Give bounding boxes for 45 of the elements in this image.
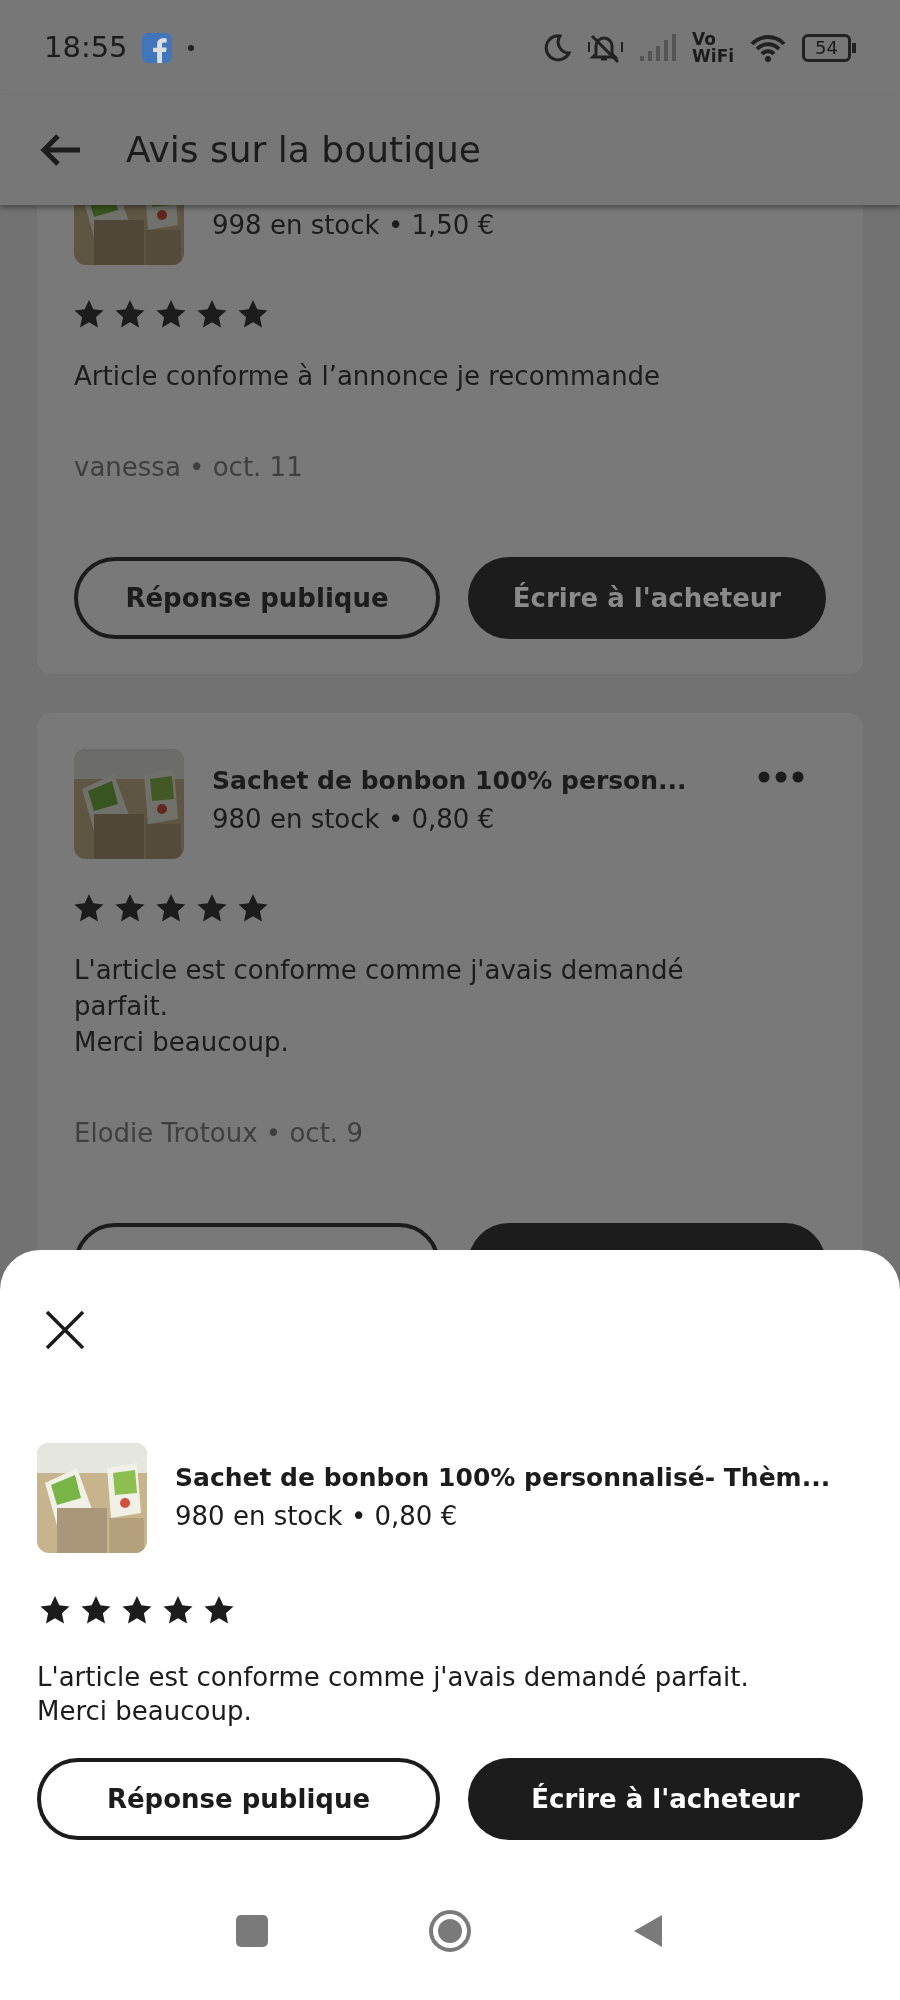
status-time: 18:55 <box>44 28 128 66</box>
public-reply-button[interactable]: Réponse publique <box>37 1758 440 1840</box>
star-icon <box>74 299 104 328</box>
review-comment: L'article est conforme comme j'avais demandé parfait. Merci beaucoup. <box>74 954 685 1059</box>
recent-apps-icon[interactable] <box>236 1915 268 1947</box>
wifi-icon <box>750 32 787 63</box>
star-icon <box>197 893 227 922</box>
home-icon[interactable] <box>428 1909 472 1953</box>
star-icon <box>115 893 145 922</box>
network-label: Vo <box>692 30 716 48</box>
star-icon <box>163 1595 193 1624</box>
battery-indicator: 54 <box>802 33 851 62</box>
star-icon <box>115 299 145 328</box>
more-options-icon[interactable] <box>758 771 804 783</box>
facebook-icon <box>141 32 172 63</box>
review-author-date: vanessa • oct. 11 <box>74 451 304 484</box>
star-icon <box>204 1595 234 1624</box>
star-icon <box>238 893 268 922</box>
signal-icon <box>640 34 677 61</box>
star-icon <box>197 299 227 328</box>
stock-price-text: 980 en stock • 0,80 € <box>175 1500 459 1533</box>
notification-dot-icon <box>187 44 194 51</box>
review-comment: L'article est conforme comme j'avais demandé parfait. Merci beaucoup. <box>37 1661 750 1728</box>
product-title: Sachet de bonbon 100% person... <box>212 765 688 797</box>
star-icon <box>238 299 268 328</box>
star-icon <box>40 1595 70 1624</box>
stock-price-text: 980 en stock • 0,80 € <box>212 803 496 836</box>
star-icon <box>156 893 186 922</box>
page-title: Avis sur la boutique <box>126 128 481 172</box>
moon-icon <box>542 32 573 63</box>
close-icon[interactable] <box>45 1310 85 1350</box>
message-buyer-button[interactable]: Écrire à l'acheteur <box>468 557 826 639</box>
network-label: WiFi <box>692 47 735 65</box>
star-icon <box>74 893 104 922</box>
star-icon <box>122 1595 152 1624</box>
star-icon <box>81 1595 111 1624</box>
review-author-date: Elodie Trotoux • oct. 9 <box>74 1117 364 1150</box>
message-buyer-button[interactable]: Écrire à l'acheteur <box>468 1758 863 1840</box>
back-nav-icon[interactable] <box>632 1913 664 1949</box>
stock-price-text: 998 en stock • 1,50 € <box>212 209 496 242</box>
public-reply-button[interactable]: Réponse publique <box>74 557 440 639</box>
product-title: Sachet de bonbon 100% personnalisé- Thèm... <box>175 1462 831 1494</box>
star-icon <box>156 299 186 328</box>
review-comment: Article conforme à l’annonce je recommande <box>74 360 662 393</box>
back-icon[interactable] <box>40 132 82 168</box>
